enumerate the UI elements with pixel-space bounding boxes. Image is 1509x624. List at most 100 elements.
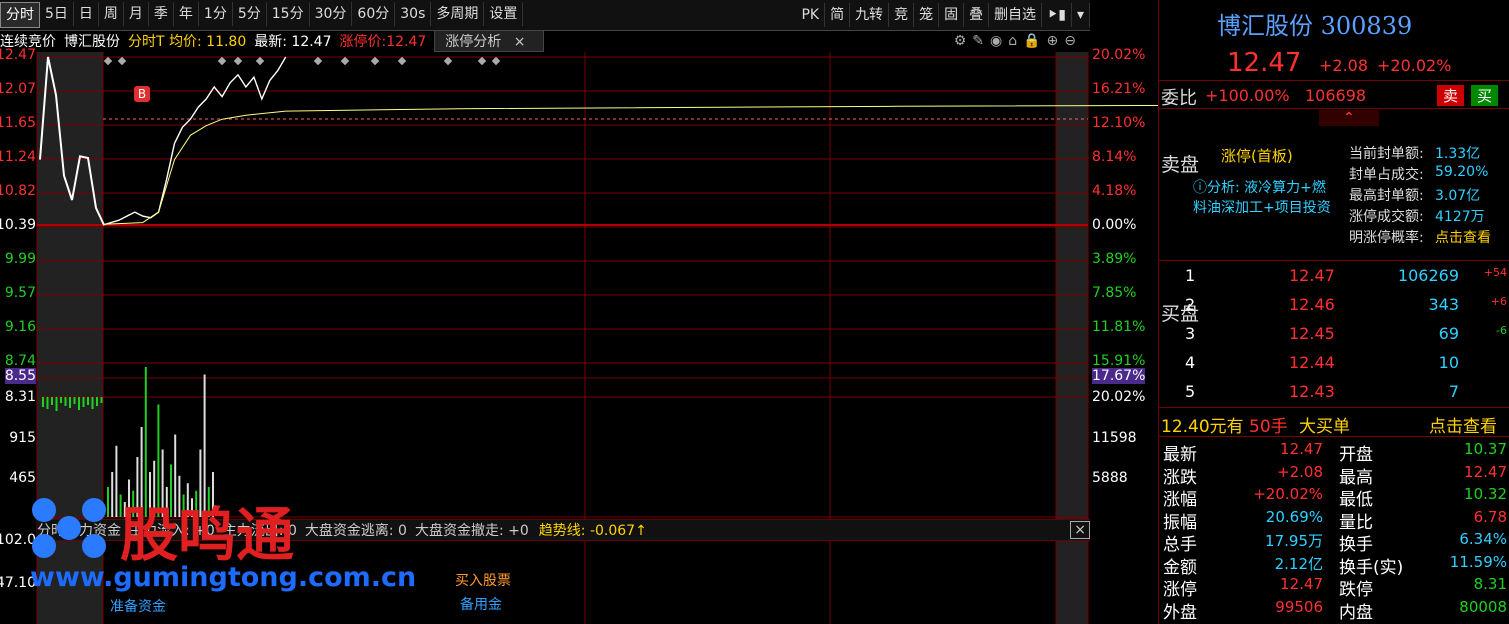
auction-volume-bar — [51, 397, 53, 405]
period-tab-9[interactable]: 15分 — [267, 2, 310, 26]
period-tab-3[interactable]: 周 — [99, 2, 124, 26]
period-tab-10[interactable]: 30分 — [310, 2, 353, 26]
auction-volume-bar — [55, 397, 58, 411]
period-tab-7[interactable]: 1分 — [199, 2, 233, 26]
big-order-qty: 50手 — [1249, 417, 1288, 437]
period-tab-6[interactable]: 年 — [174, 2, 199, 26]
bid-cell: 2 — [1185, 295, 1196, 314]
pct-right-tick: 17.67% — [1092, 368, 1146, 384]
event-diamond[interactable] — [313, 56, 323, 66]
stat-cell: 17.95万 — [1265, 532, 1323, 550]
price-left-tick: 12.07 — [0, 81, 36, 97]
limit-analysis-tab[interactable]: 涨停分析 × — [434, 30, 545, 52]
price-left-tick: 8.74 — [4, 353, 36, 369]
flow-item: 大盘资金逃离: 0 — [304, 523, 407, 539]
period-tab-5[interactable]: 季 — [149, 2, 174, 26]
watermark-brand: 股鸣通 — [120, 501, 295, 569]
event-diamond[interactable] — [233, 56, 243, 66]
event-diamond[interactable] — [103, 56, 113, 66]
pct-right-tick: 7.85% — [1092, 285, 1137, 301]
price-left-tick: 9.57 — [4, 285, 36, 301]
chart-tools-icons[interactable]: ⚙✎◉⌂🔒⊕⊖ — [954, 33, 1082, 49]
stat-cell: 涨跌 — [1163, 467, 1197, 488]
event-diamond[interactable] — [397, 56, 407, 66]
tool-button-0[interactable]: PK — [796, 3, 826, 27]
event-diamond[interactable] — [340, 56, 350, 66]
seal-info-label: 明涨停概率: — [1349, 230, 1424, 246]
bid-cell: +6 — [1490, 295, 1507, 308]
current-price: 12.47 — [1227, 48, 1302, 78]
latest-price: 最新: 12.47 — [254, 34, 332, 50]
period-tab-1[interactable]: 5日 — [40, 2, 74, 26]
vol-left-tick: 465 — [9, 470, 36, 486]
tool-button-5[interactable]: 固 — [939, 3, 965, 27]
flow-item: 大盘资金撤走: +0 — [414, 523, 529, 539]
stat-cell: 外盘 — [1163, 602, 1197, 623]
big-order-price: 12.40元有 — [1161, 417, 1244, 437]
period-tab-14[interactable]: 设置 — [484, 2, 524, 26]
period-tab-11[interactable]: 60分 — [352, 2, 396, 26]
buy-marker[interactable]: B — [134, 86, 150, 102]
tool-button-6[interactable]: 叠 — [964, 3, 990, 27]
period-tab-8[interactable]: 5分 — [233, 2, 267, 26]
auction-volume-bar — [69, 397, 71, 408]
seal-info-label: 封单占成交: — [1349, 167, 1424, 183]
stat-cell: 开盘 — [1339, 445, 1373, 465]
stat-cell: 80008 — [1459, 597, 1507, 616]
pct-right-tick: 8.14% — [1092, 149, 1137, 165]
tool-button-2[interactable]: 九转 — [850, 3, 890, 27]
layout-arrow-icon[interactable]: ⯈▮ — [1042, 3, 1072, 27]
big-order-text: 大买单 — [1299, 417, 1350, 437]
auction-volume-bar — [100, 397, 103, 403]
quote-panel: 博汇股份 300839 12.47 +2.08 +20.02% 委比 +100.… — [1158, 0, 1509, 624]
big-order-link[interactable]: 点击查看 — [1429, 412, 1497, 437]
stat-cell: 最高 — [1339, 467, 1373, 488]
event-diamond[interactable] — [255, 56, 265, 66]
tool-button-3[interactable]: 竞 — [889, 3, 915, 27]
stat-cell: 12.47 — [1280, 575, 1323, 593]
buy-stock-label: 买入股票 — [455, 573, 511, 589]
tool-button-1[interactable]: 简 — [825, 3, 851, 27]
seal-info-label: 涨停成交额: — [1349, 209, 1424, 225]
price-line — [102, 56, 287, 226]
period-tab-12[interactable]: 30s — [395, 2, 432, 26]
buy-button[interactable]: 买 — [1471, 85, 1499, 106]
watermark-url: www.gumingtong.com.cn — [30, 562, 417, 593]
close-icon[interactable]: × — [1070, 521, 1090, 539]
pct-right-tick: 15.91% — [1092, 353, 1146, 369]
collapse-chevron-icon[interactable]: ⌃ — [1319, 110, 1379, 126]
period-tab-0[interactable]: 分时 — [0, 2, 40, 28]
vol-right-tick: 5888 — [1092, 470, 1128, 486]
auction-volume-bar — [78, 397, 80, 410]
event-diamond[interactable] — [443, 56, 453, 66]
pct-right-tick: 3.89% — [1092, 251, 1137, 267]
stat-cell: 12.47 — [1464, 462, 1507, 481]
event-diamond[interactable] — [491, 56, 501, 66]
trend-line-value: 趋势线: -0.067↑ — [538, 523, 647, 539]
close-icon[interactable]: × — [514, 34, 526, 50]
stat-cell: 最低 — [1339, 490, 1373, 510]
seal-info-value[interactable]: 点击查看 — [1435, 227, 1491, 247]
period-tab-4[interactable]: 月 — [124, 2, 149, 26]
price-left-tick: 9.99 — [4, 251, 36, 267]
event-diamond[interactable] — [217, 56, 227, 66]
bid-cell: 3 — [1185, 324, 1196, 343]
buy-side-label: 买盘 — [1161, 303, 1200, 325]
wei-pct: +100.00% — [1205, 86, 1290, 105]
sell-side-label: 卖盘 — [1161, 154, 1200, 176]
limit-status: 涨停(首板) — [1221, 147, 1293, 165]
tool-button-7[interactable]: 删自选 — [989, 3, 1043, 27]
period-tab-2[interactable]: 日 — [74, 2, 99, 26]
event-diamond[interactable] — [117, 56, 127, 66]
sell-button[interactable]: 卖 — [1437, 85, 1465, 106]
chevron-down-icon[interactable]: ▾ — [1072, 3, 1090, 27]
stat-cell: 金额 — [1163, 557, 1197, 578]
event-diamond[interactable] — [370, 56, 380, 66]
bid-cell: 343 — [1428, 295, 1459, 314]
pct-right-tick: 16.21% — [1092, 81, 1146, 97]
period-tab-13[interactable]: 多周期 — [431, 2, 485, 26]
limit-analysis-text[interactable]: ⓘ分析: 液冷算力+燃料油深加工+项目投资 — [1193, 178, 1338, 218]
stat-cell: 2.12亿 — [1274, 554, 1323, 573]
event-diamond[interactable] — [477, 56, 487, 66]
tool-button-4[interactable]: 笼 — [914, 3, 940, 27]
